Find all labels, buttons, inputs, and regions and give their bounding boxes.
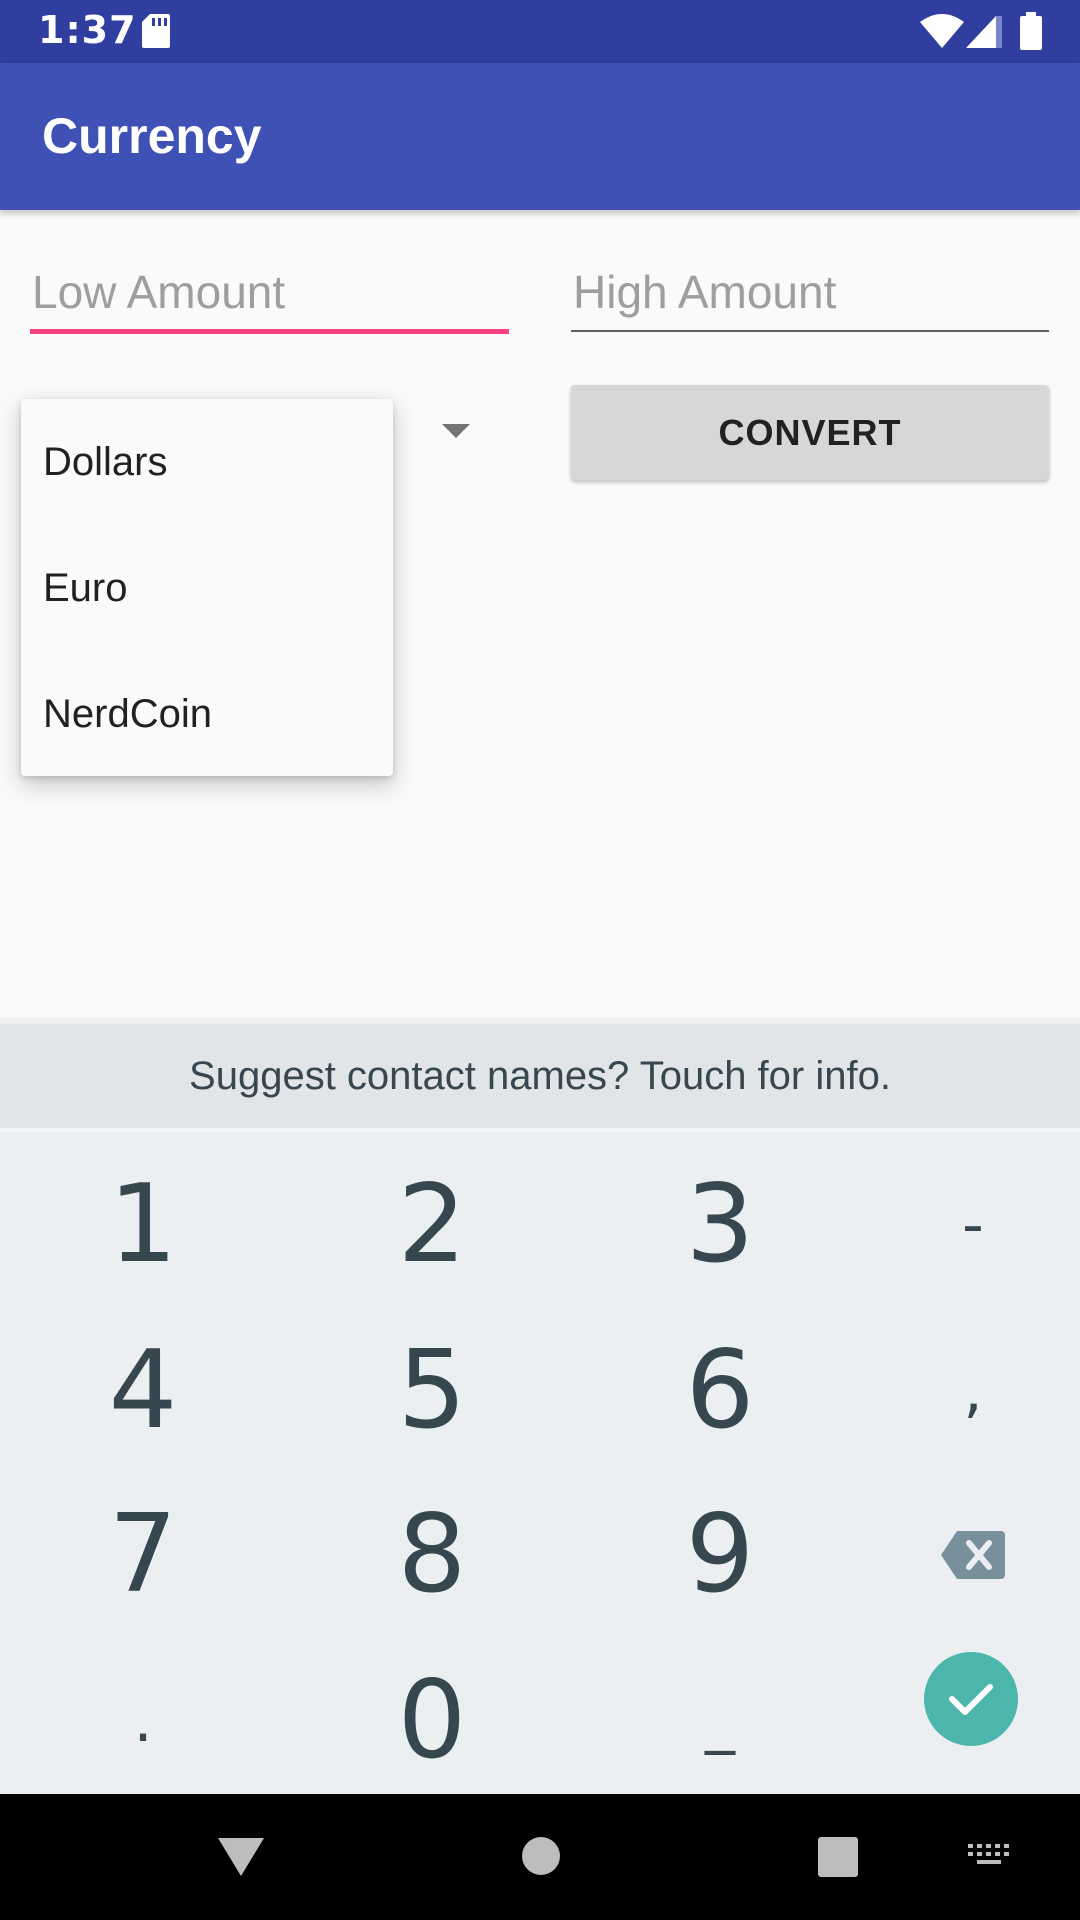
checkmark-icon <box>949 1684 993 1715</box>
spinner-dropdown-arrow-icon[interactable] <box>442 424 470 438</box>
high-amount-field[interactable] <box>571 262 1049 332</box>
battery-icon <box>1020 12 1042 50</box>
app-title: Currency <box>42 108 262 164</box>
keyboard-suggestion-strip[interactable]: Suggest contact names? Touch for info. <box>0 1018 1080 1132</box>
key-9[interactable]: 9 <box>585 1472 855 1637</box>
recents-square-icon[interactable] <box>818 1832 858 1880</box>
key-0[interactable]: 0 <box>297 1638 567 1803</box>
dropdown-item-euro[interactable]: Euro <box>21 525 393 651</box>
dropdown-item-dollars[interactable]: Dollars <box>21 399 393 525</box>
home-circle-icon[interactable] <box>520 1832 562 1880</box>
high-amount-input[interactable] <box>571 262 1049 322</box>
key-4[interactable]: 4 <box>8 1308 278 1473</box>
key-8[interactable]: 8 <box>297 1472 567 1637</box>
status-bar: 1:37 <box>0 0 1080 63</box>
back-triangle-icon[interactable] <box>218 1832 264 1880</box>
sd-card-icon <box>142 14 170 48</box>
low-amount-underline <box>30 329 509 334</box>
cell-signal-icon <box>966 16 1002 48</box>
key-5[interactable]: 5 <box>297 1308 567 1473</box>
key-period[interactable]: . <box>8 1638 278 1803</box>
low-amount-input[interactable] <box>30 262 509 322</box>
dropdown-item-nerdcoin[interactable]: NerdCoin <box>21 651 393 777</box>
key-underscore[interactable]: _ <box>585 1638 855 1803</box>
key-7[interactable]: 7 <box>8 1472 278 1637</box>
backspace-key[interactable] <box>838 1472 1080 1637</box>
high-amount-underline <box>571 330 1049 332</box>
key-6[interactable]: 6 <box>585 1308 855 1473</box>
backspace-icon <box>941 1530 1005 1579</box>
key-3[interactable]: 3 <box>585 1142 855 1307</box>
keyboard-switch-icon[interactable] <box>968 1832 1010 1880</box>
system-navigation-bar <box>0 1794 1080 1920</box>
numeric-keyboard: Suggest contact names? Touch for info. 1… <box>0 1018 1080 1794</box>
currency-dropdown-menu: Dollars Euro NerdCoin <box>21 399 393 776</box>
key-comma[interactable]: , <box>838 1308 1080 1473</box>
low-amount-field[interactable] <box>30 262 509 334</box>
status-time: 1:37 <box>38 8 137 52</box>
app-bar: Currency <box>0 63 1080 210</box>
wifi-icon <box>920 14 964 48</box>
key-1[interactable]: 1 <box>8 1142 278 1307</box>
key-minus[interactable]: - <box>838 1142 1080 1307</box>
done-key[interactable] <box>924 1652 1018 1746</box>
convert-button[interactable]: CONVERT <box>571 385 1049 480</box>
key-2[interactable]: 2 <box>297 1142 567 1307</box>
